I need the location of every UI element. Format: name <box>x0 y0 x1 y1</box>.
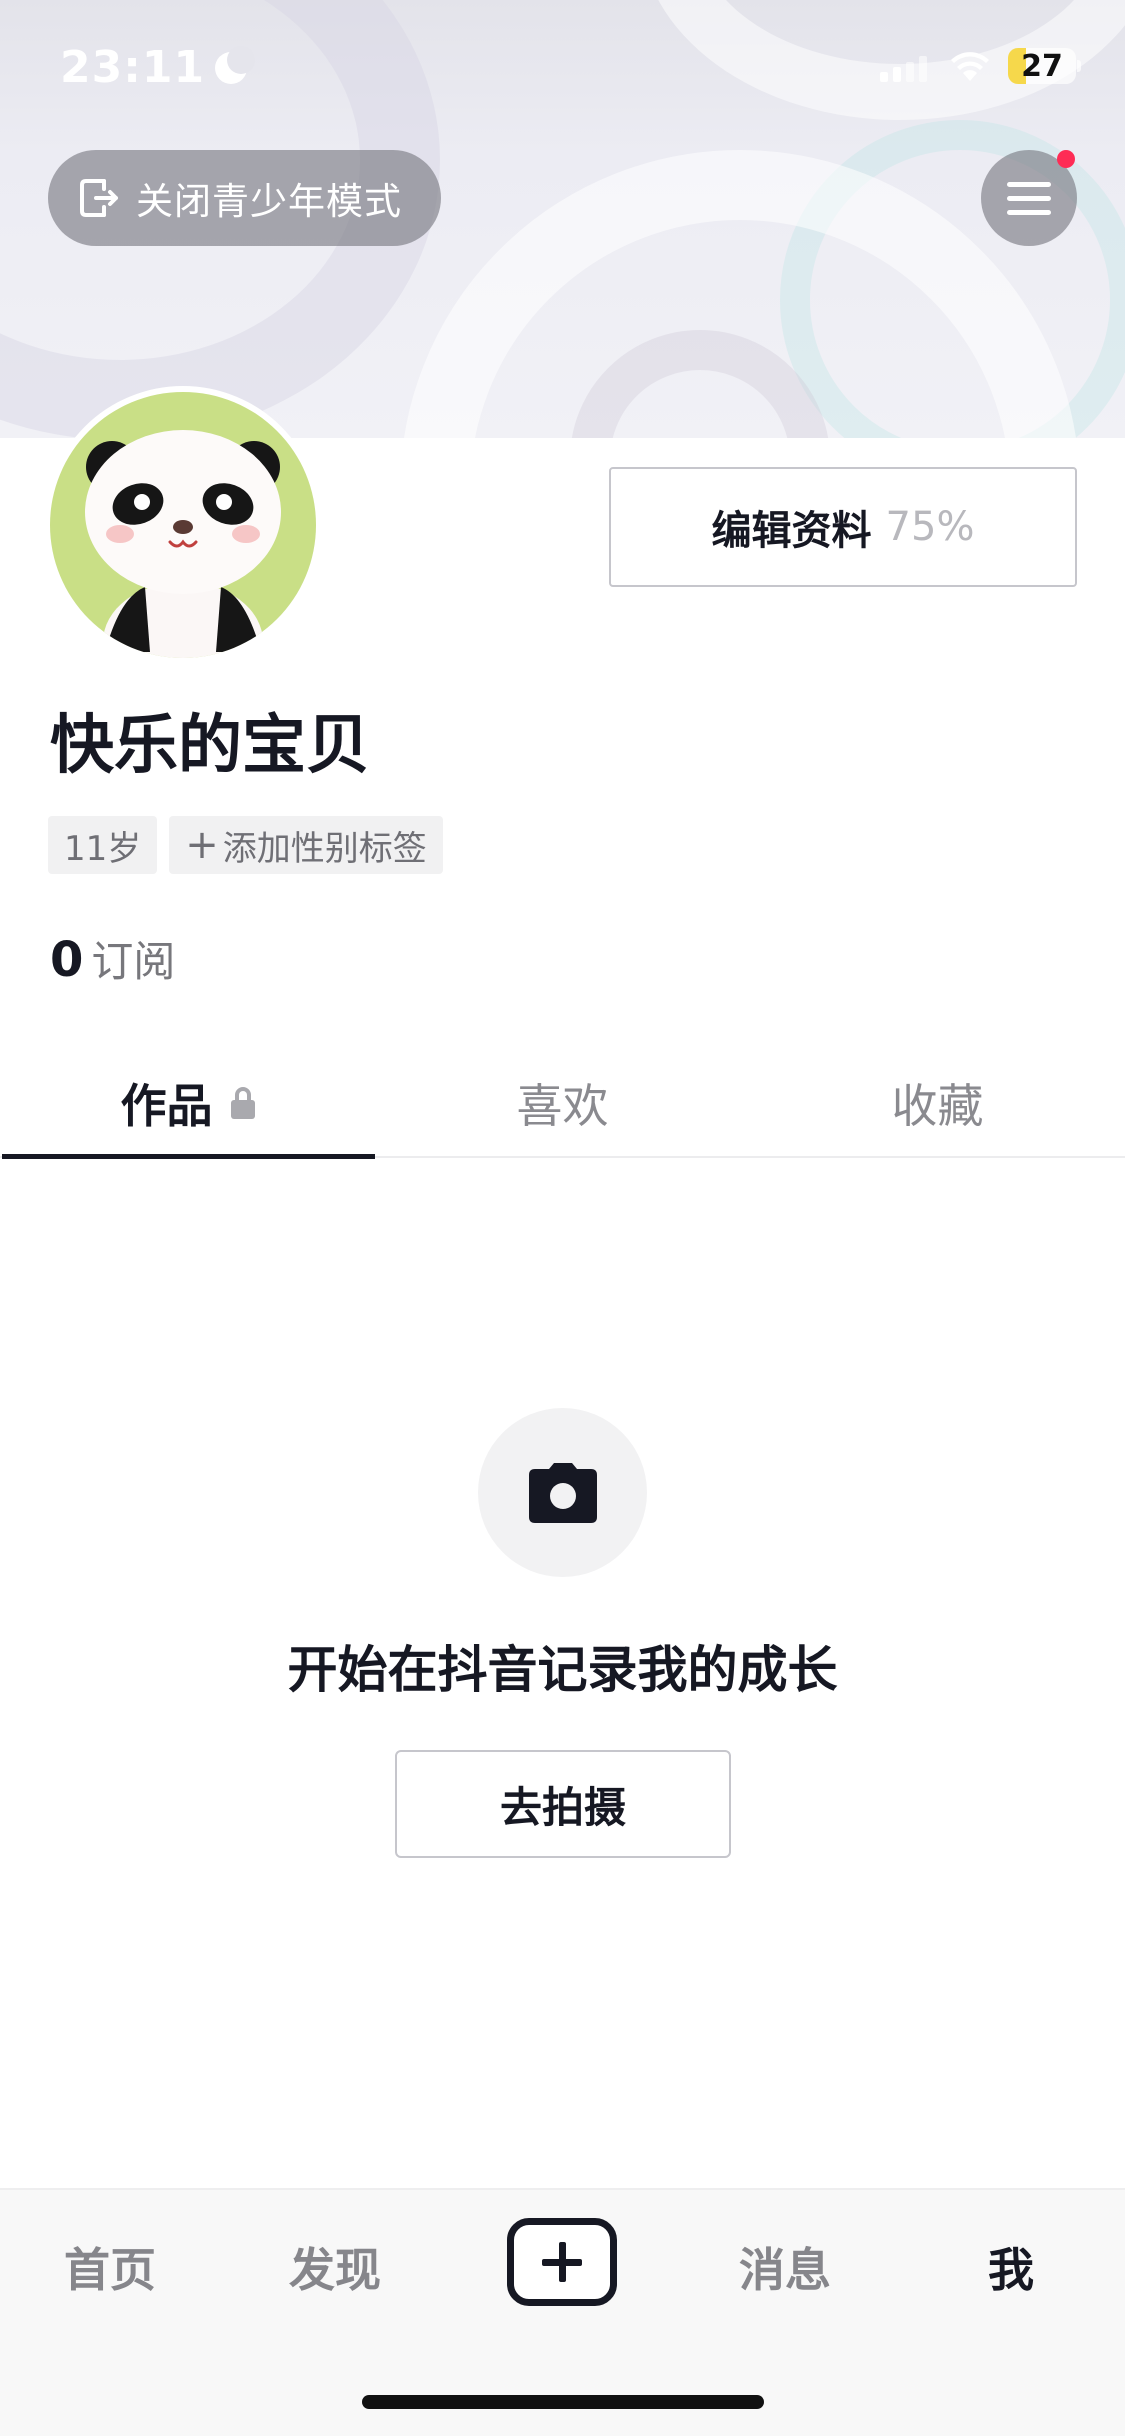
go-shoot-button[interactable]: 去拍摄 <box>395 1750 731 1858</box>
signal-icon <box>880 56 927 82</box>
moon-icon <box>213 45 256 86</box>
profile-tabs: 作品 喜欢 收藏 <box>0 1050 1125 1159</box>
tab-likes-label: 喜欢 <box>516 1079 609 1133</box>
tab-works-label: 作品 <box>120 1079 213 1133</box>
exit-icon <box>80 179 118 217</box>
nav-discover[interactable]: 发现 <box>289 2234 381 2300</box>
notification-dot <box>1057 150 1075 168</box>
edit-profile-label: 编辑资料 <box>711 508 872 554</box>
add-gender-tag-label: 添加性别标签 <box>222 828 427 869</box>
tab-works[interactable]: 作品 <box>0 1050 375 1159</box>
teen-mode-exit-button[interactable]: 关闭青少年模式 <box>48 150 441 246</box>
wifi-icon <box>951 52 989 81</box>
camera-icon <box>478 1408 647 1577</box>
age-tag: 11岁 <box>48 816 158 874</box>
nav-me[interactable]: 我 <box>988 2234 1034 2300</box>
plus-icon: + <box>185 822 219 868</box>
home-indicator <box>362 2395 764 2409</box>
add-gender-tag-button[interactable]: + 添加性别标签 <box>169 816 443 874</box>
tab-favorites-label: 收藏 <box>891 1079 984 1133</box>
battery-tip <box>1077 60 1081 72</box>
nickname: 快乐的宝贝 <box>50 709 370 783</box>
status-time-text: 23:11 <box>60 42 206 93</box>
create-plus-icon[interactable] <box>507 2218 617 2306</box>
nav-home[interactable]: 首页 <box>64 2234 156 2300</box>
tab-favorites[interactable]: 收藏 <box>750 1050 1125 1156</box>
nav-messages[interactable]: 消息 <box>739 2234 831 2300</box>
tab-likes[interactable]: 喜欢 <box>375 1050 750 1156</box>
subscriptions-label: 订阅 <box>91 937 176 986</box>
subscriptions-count: 0 <box>50 932 84 988</box>
lock-icon <box>230 1087 255 1119</box>
status-time: 23:11 <box>60 42 256 93</box>
panda-avatar-image <box>50 392 316 658</box>
subscriptions[interactable]: 0 订阅 <box>50 928 175 989</box>
battery-icon: 27 <box>1008 48 1076 84</box>
battery-level: 27 <box>1021 48 1063 84</box>
age-tag-label: 11岁 <box>64 828 142 869</box>
profile-tags: 11岁 + 添加性别标签 <box>48 816 443 874</box>
teen-mode-label: 关闭青少年模式 <box>136 180 402 223</box>
empty-state-title: 开始在抖音记录我的成长 <box>287 1641 838 1699</box>
avatar[interactable] <box>44 386 322 664</box>
edit-profile-button[interactable]: 编辑资料 75% <box>609 467 1077 587</box>
profile-completion: 75% <box>885 504 975 550</box>
